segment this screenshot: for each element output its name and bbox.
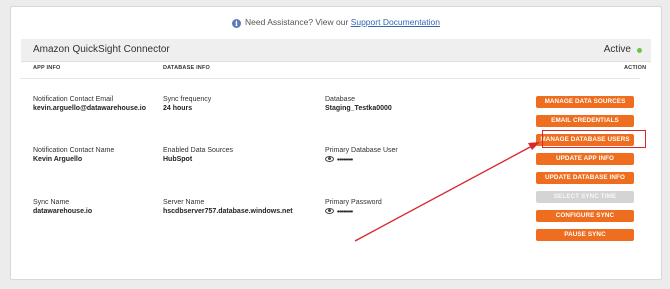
- annotation-arrow-icon: [354, 142, 540, 242]
